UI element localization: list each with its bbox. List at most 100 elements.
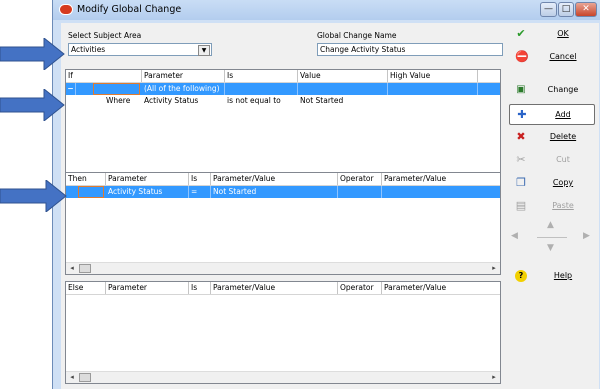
ok-button[interactable]: ✔ OK	[509, 24, 595, 45]
then-grid-header: Then Parameter Is Parameter/Value Operat…	[66, 173, 500, 186]
ok-button-label: OK	[557, 29, 569, 38]
column-header-is[interactable]: Is	[189, 173, 211, 185]
cell-if[interactable]: Where	[104, 95, 142, 107]
move-up-icon[interactable]: ▲	[547, 220, 554, 230]
cell-operator[interactable]	[338, 186, 382, 198]
table-row[interactable]: Where Activity Status is not equal to No…	[66, 95, 500, 107]
copy-icon: ❐	[516, 176, 526, 189]
column-header-is[interactable]: Is	[225, 70, 298, 82]
column-header-high-value[interactable]: High Value	[388, 70, 478, 82]
cell-high-value[interactable]	[388, 95, 478, 107]
then-grid: Then Parameter Is Parameter/Value Operat…	[65, 172, 501, 275]
scroll-thumb[interactable]	[79, 373, 91, 382]
cell-is[interactable]	[225, 83, 298, 95]
plus-icon: ✚	[517, 108, 527, 121]
table-row[interactable]: Activity Status = Not Started	[66, 186, 500, 198]
close-icon[interactable]: ✕	[575, 2, 597, 17]
else-grid: Else Parameter Is Parameter/Value Operat…	[65, 281, 501, 384]
collapse-icon[interactable]: −	[66, 83, 76, 95]
horizontal-scrollbar[interactable]: ◂ ▸	[66, 371, 500, 383]
change-button[interactable]: ▣ Change	[509, 80, 595, 101]
cell-parameter[interactable]: (All of the following)	[142, 83, 225, 95]
x-icon: ✖	[516, 130, 526, 143]
column-header-else[interactable]: Else	[66, 282, 106, 294]
subject-area-select[interactable]: Activities ▼	[68, 43, 212, 56]
delete-button-label: Delete	[549, 132, 577, 141]
cell-parameter[interactable]: Activity Status	[142, 95, 225, 107]
add-button-label: Add	[555, 110, 571, 119]
cell-value[interactable]: Not Started	[211, 186, 338, 198]
cut-button-label: Cut	[556, 155, 570, 164]
column-header-parameter-value[interactable]: Parameter/Value	[211, 282, 338, 294]
if-grid-header: If Parameter Is Value High Value	[66, 70, 500, 83]
column-header-value[interactable]: Value	[298, 70, 388, 82]
scroll-right-icon[interactable]: ▸	[488, 372, 500, 383]
column-header-parameter[interactable]: Parameter	[106, 282, 189, 294]
paste-button-label: Paste	[552, 201, 574, 210]
chevron-down-icon[interactable]: ▼	[198, 45, 210, 56]
change-name-label: Global Change Name	[317, 31, 397, 40]
delete-button[interactable]: ✖ Delete	[509, 127, 595, 148]
change-name-field[interactable]: Change Activity Status	[317, 43, 503, 56]
scissors-icon: ✂	[516, 153, 526, 166]
cancel-button[interactable]: ⛔ Cancel	[509, 47, 595, 68]
copy-button[interactable]: ❐ Copy	[509, 173, 595, 194]
column-header-parameter-value-2[interactable]: Parameter/Value	[382, 173, 500, 185]
scroll-left-icon[interactable]: ◂	[66, 263, 78, 274]
cell-value-2[interactable]	[382, 186, 500, 198]
paste-button[interactable]: ▤ Paste	[509, 196, 595, 217]
no-entry-icon: ⛔	[515, 50, 529, 63]
help-icon: ?	[515, 270, 527, 282]
column-header-if[interactable]: If	[66, 70, 142, 82]
table-row[interactable]: − (All of the following)	[66, 83, 500, 95]
move-arrow-pad: ◀ ▲ ▼ ▶	[509, 220, 595, 256]
window-title: Modify Global Change	[77, 4, 182, 15]
help-button[interactable]: ? Help	[509, 266, 595, 287]
cell-is[interactable]: =	[189, 186, 211, 198]
cell-high-value[interactable]	[388, 83, 478, 95]
focus-indicator	[78, 186, 104, 198]
copy-button-label: Copy	[552, 178, 574, 187]
column-header-operator[interactable]: Operator	[338, 173, 382, 185]
if-grid: If Parameter Is Value High Value − (All …	[65, 69, 501, 185]
scroll-left-icon[interactable]: ◂	[66, 372, 78, 383]
column-header-parameter[interactable]: Parameter	[106, 173, 189, 185]
column-header-is[interactable]: Is	[189, 282, 211, 294]
cell-value[interactable]	[298, 83, 388, 95]
change-button-label: Change	[547, 85, 579, 94]
cut-button[interactable]: ✂ Cut	[509, 150, 595, 171]
column-header-then[interactable]: Then	[66, 173, 106, 185]
maximize-icon[interactable]: □	[558, 2, 574, 17]
change-icon: ▣	[516, 84, 526, 95]
horizontal-scrollbar[interactable]: ◂ ▸	[66, 262, 500, 274]
focus-indicator	[93, 83, 140, 95]
title-bar: Modify Global Change — □ ✕	[53, 0, 600, 20]
checkmark-icon: ✔	[516, 27, 526, 40]
scroll-thumb[interactable]	[79, 264, 91, 273]
cell-parameter[interactable]: Activity Status	[106, 186, 189, 198]
column-header-operator[interactable]: Operator	[338, 282, 382, 294]
minimize-icon[interactable]: —	[540, 2, 557, 17]
else-grid-header: Else Parameter Is Parameter/Value Operat…	[66, 282, 500, 295]
scroll-right-icon[interactable]: ▸	[488, 263, 500, 274]
cell-is[interactable]: is not equal to	[225, 95, 298, 107]
column-header-parameter-value-2[interactable]: Parameter/Value	[382, 282, 500, 294]
divider	[537, 237, 567, 238]
annotation-arrow-if-row	[0, 89, 65, 121]
move-left-icon[interactable]: ◀	[511, 231, 518, 241]
subject-area-value: Activities	[71, 45, 106, 54]
cell-value[interactable]: Not Started	[298, 95, 388, 107]
column-header-parameter-value[interactable]: Parameter/Value	[211, 173, 338, 185]
help-button-label: Help	[553, 271, 573, 280]
move-right-icon[interactable]: ▶	[583, 231, 590, 241]
dialog-client-area: Select Subject Area Activities ▼ Global …	[61, 23, 599, 389]
app-icon	[59, 4, 73, 15]
column-header-parameter[interactable]: Parameter	[142, 70, 225, 82]
annotation-arrow-then-row	[0, 180, 67, 212]
dialog-window: Modify Global Change — □ ✕ Select Subjec…	[52, 0, 600, 389]
add-button[interactable]: ✚ Add	[509, 104, 595, 125]
paste-icon: ▤	[515, 199, 527, 212]
cancel-button-label: Cancel	[549, 52, 577, 61]
annotation-arrow-subject-area	[0, 38, 65, 70]
move-down-icon[interactable]: ▼	[547, 243, 554, 253]
